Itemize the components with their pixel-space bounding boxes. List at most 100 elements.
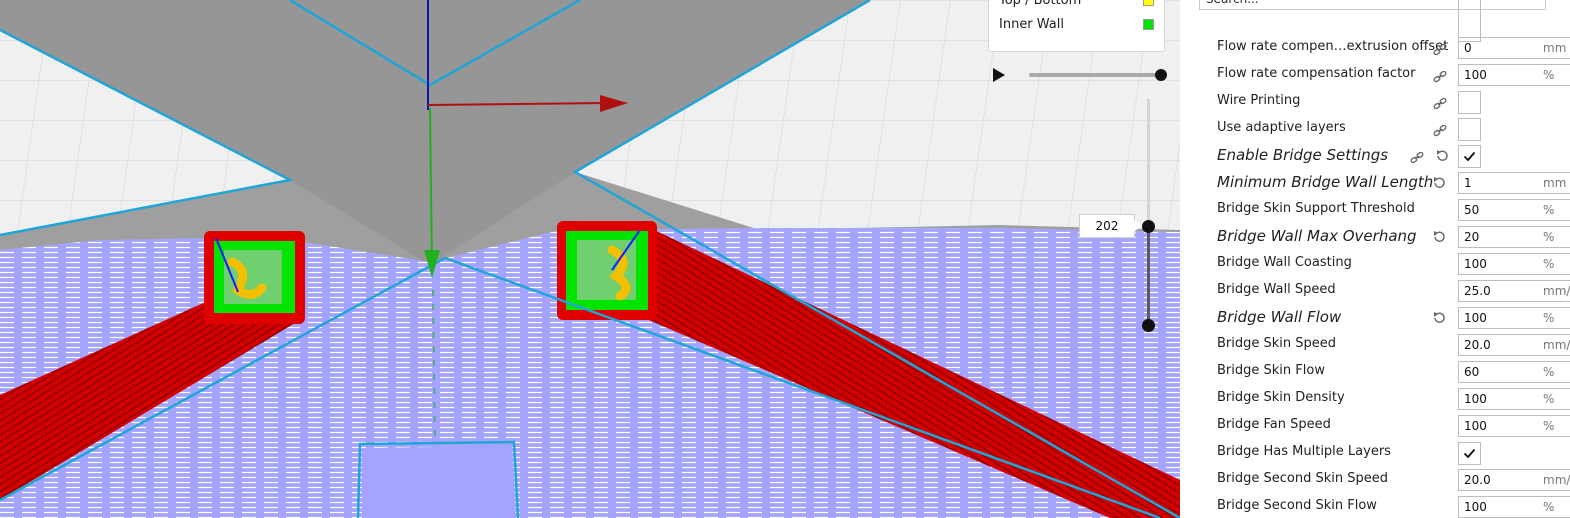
setting-label: Enable Bridge Settings [1217,146,1389,164]
layer-slider-upper-handle[interactable] [1142,220,1155,233]
setting-row-bridge-wall-flow: Bridge Wall Flow 100% [1180,305,1570,332]
setting-checkbox[interactable] [1458,91,1481,114]
setting-unit: % [1543,419,1555,433]
setting-label: Bridge Skin Flow [1217,363,1325,378]
setting-value-field[interactable]: 20.0 mm/s [1458,469,1570,491]
setting-label: Bridge Wall Speed [1217,282,1336,297]
legend-item-inner-wall: Inner Wall [999,15,1154,35]
legend-swatch [1143,19,1154,30]
search-menu-icon[interactable]: — [1557,0,1569,6]
setting-checkbox[interactable] [1458,442,1481,465]
layer-slider-lower-handle[interactable] [1142,319,1155,332]
setting-value: 100 [1464,500,1487,514]
setting-unit: % [1543,68,1555,82]
setting-checkbox[interactable] [1458,145,1481,168]
reset-icon[interactable] [1432,310,1446,324]
linked-setting-icon [1433,122,1447,137]
setting-unit: % [1543,365,1555,379]
setting-row-use-adaptive-layers: Use adaptive layers [1180,116,1570,143]
setting-label: Bridge Wall Max Overhang [1217,227,1417,245]
setting-value-field[interactable]: 60% [1458,361,1570,383]
reset-icon[interactable] [1435,148,1449,162]
setting-value: 50 [1464,203,1480,217]
linked-setting-icon [1433,95,1447,110]
setting-value-field[interactable]: 100% [1458,415,1570,437]
current-layer-input[interactable]: 202 [1079,214,1141,238]
setting-unit: % [1543,203,1555,217]
setting-row-bridge-skin-support-threshold: Bridge Skin Support Threshold 50% [1180,197,1570,224]
setting-row-bridge-has-multiple-layers: Bridge Has Multiple Layers [1180,440,1570,467]
setting-value: 100 [1464,311,1487,325]
setting-row-bridge-wall-coasting: Bridge Wall Coasting 100% [1180,251,1570,278]
setting-value: 100 [1464,257,1487,271]
setting-value: 20 [1464,230,1480,244]
setting-value-field[interactable]: 100% [1458,388,1570,410]
setting-unit: % [1543,392,1555,406]
setting-row-bridge-skin-density: Bridge Skin Density 100% [1180,386,1570,413]
setting-value: 100 [1464,392,1487,406]
setting-value-field[interactable]: 100% [1458,496,1570,518]
simulation-slider-handle[interactable] [1155,69,1167,81]
legend-label: Inner Wall [999,17,1064,32]
setting-value-field[interactable]: 20% [1458,226,1570,248]
setting-label: Flow rate compensation factor [1217,66,1416,81]
setting-label: Minimum Bridge Wall Length [1217,173,1434,191]
layer-range-fill [1147,227,1150,327]
setting-label: Bridge Wall Flow [1217,308,1342,326]
setting-value-field[interactable]: 25.0 mm/s [1458,280,1570,302]
linked-setting-icon [1433,41,1447,56]
setting-value: 25.0 [1464,284,1491,298]
play-icon [993,68,1005,82]
setting-unit: mm/s [1543,284,1570,298]
linked-setting-icon [1433,68,1447,83]
setting-label: Bridge Has Multiple Layers [1217,444,1391,459]
setting-unit: mm/s [1543,338,1570,352]
legend-swatch [1143,0,1154,6]
setting-value: 60 [1464,365,1480,379]
setting-value-field[interactable]: 100% [1458,64,1570,86]
setting-value: 20.0 [1464,473,1491,487]
setting-unit: % [1543,500,1555,514]
setting-label: Wire Printing [1217,93,1301,108]
layer-slider[interactable] [1142,99,1155,332]
print-settings-panel: Search... — Flow rate compen…extrusion o… [1180,0,1570,518]
setting-value: 0 [1464,41,1472,55]
setting-value: 100 [1464,68,1487,82]
setting-value-field[interactable]: 0 mm [1458,37,1570,59]
setting-label: Bridge Skin Density [1217,390,1345,405]
setting-row-minimum-bridge-wall-length: Minimum Bridge Wall Length 1 mm [1180,170,1570,197]
setting-value-field[interactable]: 1 mm [1458,172,1570,194]
3d-viewport[interactable]: Top / Bottom Inner Wall 202 [0,0,1180,518]
setting-row-enable-bridge-settings: Enable Bridge Settings [1180,143,1570,170]
setting-unit: mm/s [1543,473,1570,487]
simulation-slider[interactable] [1029,69,1167,81]
setting-row-bridge-second-skin-flow: Bridge Second Skin Flow 100% [1180,494,1570,518]
setting-value: 1 [1464,176,1472,190]
setting-value-field[interactable]: 20.0 mm/s [1458,334,1570,356]
reset-icon[interactable] [1432,229,1446,243]
setting-row-wire-printing: Wire Printing [1180,89,1570,116]
setting-label: Bridge Wall Coasting [1217,255,1352,270]
setting-label: Bridge Skin Support Threshold [1217,201,1415,216]
setting-row-bridge-wall-speed: Bridge Wall Speed 25.0 mm/s [1180,278,1570,305]
setting-value-field[interactable]: 100% [1458,307,1570,329]
setting-unit: % [1543,257,1555,271]
setting-unit: % [1543,230,1555,244]
reset-icon[interactable] [1432,175,1446,189]
setting-row-bridge-wall-max-overhang: Bridge Wall Max Overhang 20% [1180,224,1570,251]
setting-row-flow-rate-compensation-factor: Flow rate compensation factor 100% [1180,62,1570,89]
setting-row-flow-rate-compen-extrusion-offset: Flow rate compen…extrusion offset 0 mm [1180,35,1570,62]
setting-label: Bridge Second Skin Flow [1217,498,1377,513]
legend-label: Top / Bottom [999,0,1082,8]
setting-unit: mm [1543,176,1567,190]
setting-row-bridge-skin-speed: Bridge Skin Speed 20.0 mm/s [1180,332,1570,359]
setting-label: Use adaptive layers [1217,120,1346,135]
setting-value-field[interactable]: 50% [1458,199,1570,221]
setting-value: 20.0 [1464,338,1491,352]
setting-checkbox[interactable] [1458,118,1481,141]
setting-label: Bridge Skin Speed [1217,336,1337,351]
setting-row-bridge-skin-flow: Bridge Skin Flow 60% [1180,359,1570,386]
play-button[interactable] [989,65,1009,85]
setting-unit: % [1543,311,1555,325]
setting-value-field[interactable]: 100% [1458,253,1570,275]
